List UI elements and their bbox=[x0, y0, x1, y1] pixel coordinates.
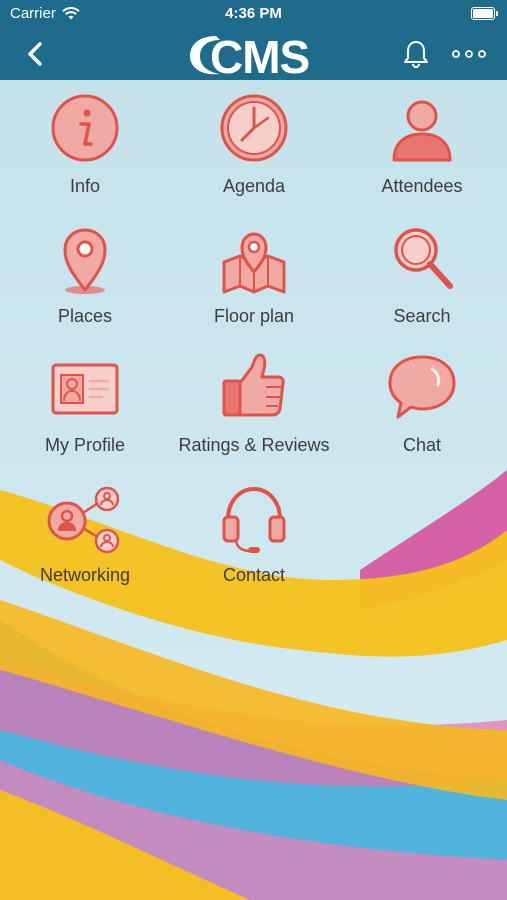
speech-bubble-icon bbox=[388, 355, 456, 419]
more-options-icon[interactable] bbox=[450, 42, 490, 66]
floor-plan-map-icon bbox=[222, 232, 286, 294]
menu-label-networking: Networking bbox=[39, 565, 131, 585]
thumbs-up-icon bbox=[222, 353, 285, 417]
menu-item-my-profile[interactable]: My Profile bbox=[0, 339, 170, 469]
menu-label-chat: Chat bbox=[402, 435, 442, 455]
bell-icon[interactable] bbox=[400, 38, 432, 70]
menu-label-my-profile: My Profile bbox=[44, 435, 125, 455]
menu-item-networking[interactable]: Networking bbox=[0, 469, 170, 599]
menu-item-chat[interactable]: Chat bbox=[337, 339, 507, 469]
network-icon bbox=[47, 486, 120, 554]
navigation-bar: CMS bbox=[0, 28, 507, 83]
status-bar: Carrier 4:36 PM bbox=[0, 0, 507, 28]
person-icon bbox=[392, 100, 452, 162]
menu-label-attendees: Attendees bbox=[381, 176, 463, 196]
menu-item-info[interactable]: Info bbox=[0, 80, 170, 210]
clock: 4:36 PM bbox=[225, 5, 282, 22]
menu-label-agenda: Agenda bbox=[222, 176, 286, 196]
menu-item-attendees[interactable]: Attendees bbox=[337, 80, 507, 210]
menu-label-floor-plan: Floor plan bbox=[213, 306, 295, 326]
battery-icon bbox=[471, 7, 498, 20]
menu-item-places[interactable]: Places bbox=[0, 210, 170, 340]
menu-item-floor-plan[interactable]: Floor plan bbox=[169, 210, 339, 340]
headset-icon bbox=[222, 486, 286, 553]
cms-logo: CMS bbox=[180, 28, 330, 83]
id-card-icon bbox=[51, 363, 119, 415]
map-pin-icon bbox=[63, 228, 107, 294]
magnifier-icon bbox=[394, 228, 453, 289]
menu-item-search[interactable]: Search bbox=[337, 210, 507, 340]
menu-label-info: Info bbox=[69, 176, 101, 196]
logo-text: CMS bbox=[210, 31, 310, 83]
back-button[interactable] bbox=[20, 38, 52, 70]
menu-item-ratings-reviews[interactable]: Ratings & Reviews bbox=[169, 339, 339, 469]
menu-label-places: Places bbox=[57, 306, 113, 326]
menu-item-agenda[interactable]: Agenda bbox=[169, 80, 339, 210]
clock-icon bbox=[220, 94, 288, 162]
menu-label-ratings-reviews: Ratings & Reviews bbox=[178, 435, 330, 455]
menu-label-contact: Contact bbox=[222, 565, 286, 585]
menu-item-contact[interactable]: Contact bbox=[169, 469, 339, 599]
info-icon bbox=[51, 94, 119, 162]
menu-label-search: Search bbox=[393, 306, 451, 326]
